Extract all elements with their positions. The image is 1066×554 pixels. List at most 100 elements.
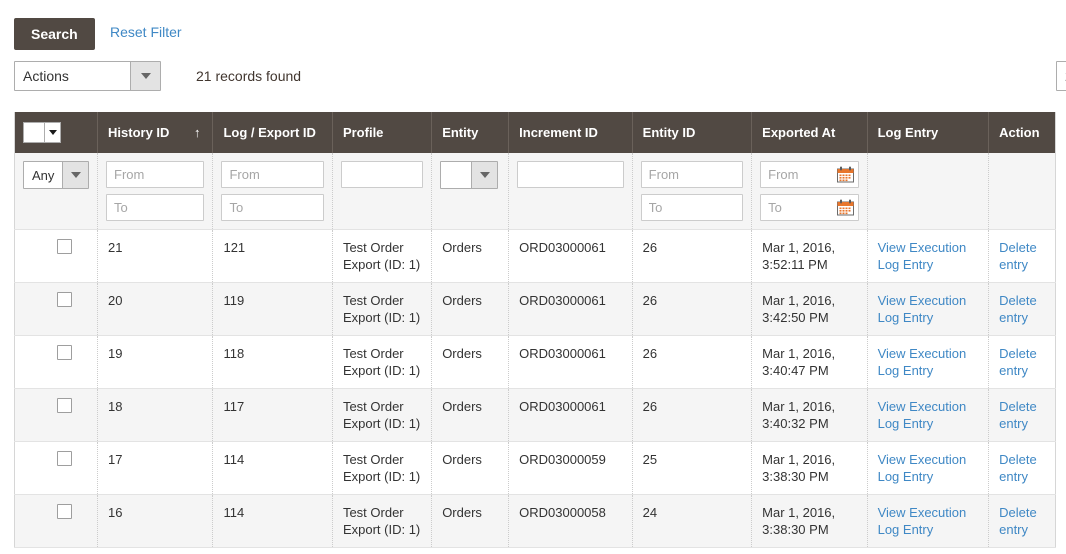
massaction-actions-select[interactable]: Actions xyxy=(14,61,161,91)
delete-entry-link[interactable]: Delete entry xyxy=(999,452,1037,484)
cell-exported-at: Mar 1, 2016, 3:40:47 PM xyxy=(751,335,868,389)
export-history-table: ↑ History ID Log / Export ID Profile Ent… xyxy=(14,112,1056,548)
per-page-select[interactable]: 20 xyxy=(1056,61,1066,91)
column-header-exported-at[interactable]: Exported At xyxy=(751,112,868,153)
view-execution-log-entry-link[interactable]: View Execution Log Entry xyxy=(878,399,967,431)
row-checkbox-cell xyxy=(14,441,99,495)
increment-id-filter-input[interactable] xyxy=(517,161,624,188)
row-checkbox-cell xyxy=(14,282,99,336)
cell-exported-at: Mar 1, 2016, 3:38:30 PM xyxy=(751,494,868,548)
table-row[interactable]: 20 119 Test Order Export (ID: 1) Orders … xyxy=(14,282,1056,336)
row-checkbox-cell xyxy=(14,229,99,283)
cell-entity: Orders xyxy=(431,494,510,548)
calendar-icon[interactable] xyxy=(836,198,855,217)
cell-entity-id: 24 xyxy=(632,494,753,548)
view-execution-log-entry-link[interactable]: View Execution Log Entry xyxy=(878,452,967,484)
delete-entry-link[interactable]: Delete entry xyxy=(999,399,1037,431)
column-header-profile[interactable]: Profile xyxy=(332,112,433,153)
cell-action: Delete entry xyxy=(988,229,1056,283)
header-row: ↑ History ID Log / Export ID Profile Ent… xyxy=(14,112,1056,153)
history-id-from-input[interactable] xyxy=(106,161,205,188)
table-head: ↑ History ID Log / Export ID Profile Ent… xyxy=(14,112,1056,230)
column-header-log-entry: Log Entry xyxy=(867,112,990,153)
view-execution-log-entry-link[interactable]: View Execution Log Entry xyxy=(878,505,967,537)
delete-entry-link[interactable]: Delete entry xyxy=(999,293,1037,325)
entity-id-from-input[interactable] xyxy=(640,161,744,188)
exported-at-to-wrapper xyxy=(760,194,859,221)
cell-history-id: 17 xyxy=(97,441,214,495)
table-row[interactable]: 21 121 Test Order Export (ID: 1) Orders … xyxy=(14,229,1056,283)
per-page-value: 20 xyxy=(1057,62,1066,90)
cell-log-export-id: 119 xyxy=(212,282,333,336)
filter-cell-action xyxy=(988,153,1056,230)
cell-action: Delete entry xyxy=(988,335,1056,389)
row-checkbox[interactable] xyxy=(57,451,72,466)
delete-entry-link[interactable]: Delete entry xyxy=(999,346,1037,378)
table-row[interactable]: 18 117 Test Order Export (ID: 1) Orders … xyxy=(14,388,1056,442)
table-row[interactable]: 16 114 Test Order Export (ID: 1) Orders … xyxy=(14,494,1056,548)
row-checkbox[interactable] xyxy=(57,239,72,254)
cell-exported-at: Mar 1, 2016, 3:38:30 PM xyxy=(751,441,868,495)
massaction-actions-value: Actions xyxy=(15,62,130,90)
column-header-history-id[interactable]: ↑ History ID xyxy=(97,112,214,153)
cell-exported-at: Mar 1, 2016, 3:52:11 PM xyxy=(751,229,868,283)
filter-row: Any xyxy=(14,153,1056,230)
cell-entity: Orders xyxy=(431,441,510,495)
column-header-massaction[interactable] xyxy=(14,112,99,153)
cell-increment-id: ORD03000058 xyxy=(508,494,633,548)
view-execution-log-entry-link[interactable]: View Execution Log Entry xyxy=(878,346,967,378)
table-row[interactable]: 17 114 Test Order Export (ID: 1) Orders … xyxy=(14,441,1056,495)
chevron-down-icon xyxy=(471,162,498,188)
cell-entity: Orders xyxy=(431,229,510,283)
filter-cell-entity xyxy=(431,153,510,230)
column-header-log-export-id[interactable]: Log / Export ID xyxy=(212,112,333,153)
log-export-id-from-input[interactable] xyxy=(221,161,324,188)
history-id-to-input[interactable] xyxy=(106,194,205,221)
column-header-entity[interactable]: Entity xyxy=(431,112,510,153)
row-checkbox[interactable] xyxy=(57,345,72,360)
column-header-entity-id[interactable]: Entity ID xyxy=(632,112,753,153)
profile-filter-input[interactable] xyxy=(340,161,424,188)
column-header-label: History ID xyxy=(108,125,170,140)
massaction-any-select[interactable]: Any xyxy=(23,161,90,189)
sort-ascending-icon: ↑ xyxy=(193,125,201,140)
exported-at-from-wrapper xyxy=(760,161,859,188)
reset-filter-link[interactable]: Reset Filter xyxy=(110,24,182,40)
table-body: 21 121 Test Order Export (ID: 1) Orders … xyxy=(14,229,1056,548)
cell-log-export-id: 114 xyxy=(212,494,333,548)
cell-log-export-id: 118 xyxy=(212,335,333,389)
cell-increment-id: ORD03000061 xyxy=(508,282,633,336)
cell-log-entry: View Execution Log Entry xyxy=(867,441,990,495)
view-execution-log-entry-link[interactable]: View Execution Log Entry xyxy=(878,240,967,272)
row-checkbox[interactable] xyxy=(57,398,72,413)
entity-filter-select[interactable] xyxy=(440,161,499,189)
delete-entry-link[interactable]: Delete entry xyxy=(999,505,1037,537)
grid-toolbar: Search Reset Filter Actions 21 records f… xyxy=(0,0,1066,110)
cell-history-id: 19 xyxy=(97,335,214,389)
chevron-down-icon[interactable] xyxy=(44,123,60,142)
cell-history-id: 20 xyxy=(97,282,214,336)
row-checkbox-cell xyxy=(14,388,99,442)
cell-profile: Test Order Export (ID: 1) xyxy=(332,229,433,283)
table-row[interactable]: 19 118 Test Order Export (ID: 1) Orders … xyxy=(14,335,1056,389)
cell-exported-at: Mar 1, 2016, 3:40:32 PM xyxy=(751,388,868,442)
select-all-checkbox-dropdown[interactable] xyxy=(23,122,61,143)
select-all-checkbox[interactable] xyxy=(24,123,44,142)
cell-action: Delete entry xyxy=(988,388,1056,442)
cell-history-id: 16 xyxy=(97,494,214,548)
chevron-down-icon xyxy=(130,62,160,90)
view-execution-log-entry-link[interactable]: View Execution Log Entry xyxy=(878,293,967,325)
log-export-id-to-input[interactable] xyxy=(221,194,324,221)
search-button[interactable]: Search xyxy=(14,18,95,50)
delete-entry-link[interactable]: Delete entry xyxy=(999,240,1037,272)
column-header-increment-id[interactable]: Increment ID xyxy=(508,112,633,153)
cell-entity-id: 26 xyxy=(632,335,753,389)
entity-id-to-input[interactable] xyxy=(640,194,744,221)
cell-log-entry: View Execution Log Entry xyxy=(867,494,990,548)
row-checkbox[interactable] xyxy=(57,504,72,519)
cell-log-entry: View Execution Log Entry xyxy=(867,388,990,442)
cell-profile: Test Order Export (ID: 1) xyxy=(332,388,433,442)
calendar-icon[interactable] xyxy=(836,165,855,184)
row-checkbox[interactable] xyxy=(57,292,72,307)
row-checkbox-cell xyxy=(14,494,99,548)
